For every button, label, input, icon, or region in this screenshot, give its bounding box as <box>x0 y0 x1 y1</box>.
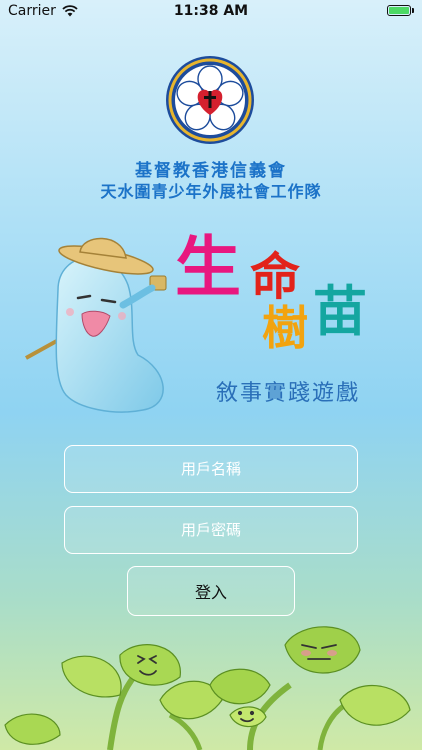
password-input[interactable] <box>64 506 358 554</box>
title-char-3: 樹 <box>262 301 308 355</box>
title-char-4: 苗 <box>313 280 367 343</box>
username-input[interactable] <box>64 445 358 493</box>
title-char-1: 生 <box>175 229 241 306</box>
sprouts-illustration <box>4 626 411 750</box>
status-bar: Carrier 11:38 AM <box>0 0 422 24</box>
login-button[interactable]: 登入 <box>127 566 295 616</box>
church-logo <box>166 56 254 144</box>
game-subtitle: 敘事實踐遊戲 <box>216 381 361 406</box>
mascot-image <box>25 237 167 413</box>
battery-icon <box>387 5 414 16</box>
org-name-line2: 天水圍青少年外展社會工作隊 <box>100 182 322 201</box>
title-char-2: 命 <box>250 248 300 306</box>
status-time: 11:38 AM <box>173 3 249 19</box>
